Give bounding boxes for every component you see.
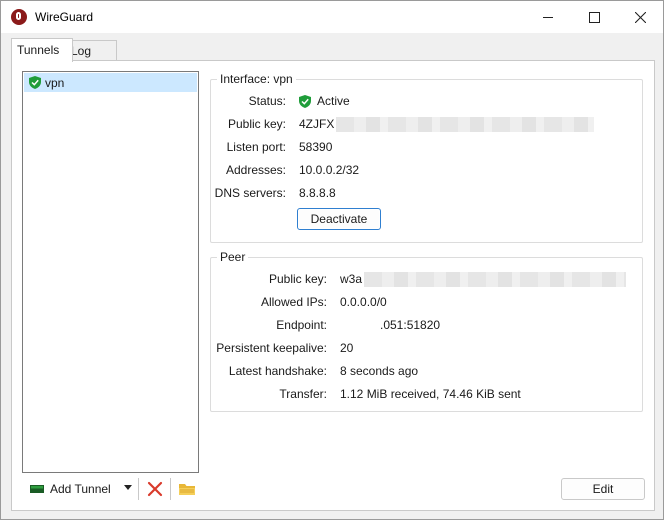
keepalive-row: Persistent keepalive: 20 xyxy=(211,339,642,357)
maximize-button[interactable] xyxy=(571,1,617,33)
peer-public-key-text: w3a xyxy=(340,272,363,286)
shield-check-icon xyxy=(29,76,41,89)
minimize-button[interactable] xyxy=(525,1,571,33)
tunnels-panel: vpn Add Tunnel Interface: vpn Status: Ac… xyxy=(11,60,655,511)
close-button[interactable] xyxy=(617,1,663,33)
peer-public-key-value: w3a xyxy=(340,270,627,288)
add-tunnel-label: Add Tunnel xyxy=(50,482,111,496)
transfer-row: Transfer: 1.12 MiB received, 74.46 KiB s… xyxy=(211,385,642,403)
minimize-icon xyxy=(543,16,553,18)
toolbar-divider xyxy=(138,478,139,500)
toolbar-divider xyxy=(170,478,171,500)
delete-x-icon[interactable] xyxy=(146,480,164,498)
folder-icon[interactable] xyxy=(178,480,196,498)
peer-group: Peer Public key: w3a Allowed IPs: 0.0.0.… xyxy=(210,250,643,412)
deactivate-button[interactable]: Deactivate xyxy=(297,208,381,230)
interface-title: Interface: vpn xyxy=(217,72,296,86)
keepalive-label: Persistent keepalive: xyxy=(216,341,327,355)
redacted-region xyxy=(342,318,380,334)
chevron-down-icon[interactable] xyxy=(124,485,132,490)
addresses-row: Addresses: 10.0.0.2/32 xyxy=(211,161,642,179)
shield-check-icon xyxy=(299,94,311,108)
endpoint-value: .051:51820 xyxy=(340,316,440,334)
add-tunnel-icon xyxy=(30,485,44,493)
peer-public-key-label: Public key: xyxy=(268,272,327,286)
tab-tunnels[interactable]: Tunnels xyxy=(11,38,73,62)
wireguard-window: WireGuard Tunnels Log vpn Add Tunnel Int… xyxy=(0,0,664,520)
maximize-icon xyxy=(588,11,600,23)
allowed-ips-label: Allowed IPs: xyxy=(260,295,327,309)
addresses-value: 10.0.0.2/32 xyxy=(299,163,360,177)
dns-value: 8.8.8.8 xyxy=(299,186,336,200)
status-text: Active xyxy=(317,94,350,108)
public-key-row: Public key: 4ZJFX xyxy=(211,115,642,133)
public-key-label: Public key: xyxy=(227,117,286,131)
status-value: Active xyxy=(299,92,350,110)
window-title: WireGuard xyxy=(35,10,94,24)
add-tunnel-button[interactable]: Add Tunnel xyxy=(28,478,136,500)
endpoint-text: .051:51820 xyxy=(380,318,441,332)
redacted-region xyxy=(364,272,627,288)
transfer-value: 1.12 MiB received, 74.46 KiB sent xyxy=(340,387,521,401)
status-row: Status: Active xyxy=(211,92,642,110)
dns-label: DNS servers: xyxy=(214,186,286,200)
handshake-label: Latest handshake: xyxy=(228,364,327,378)
listen-port-label: Listen port: xyxy=(226,140,286,154)
peer-public-key-row: Public key: w3a xyxy=(211,270,642,288)
interface-group: Interface: vpn Status: Active Public key… xyxy=(210,72,643,243)
endpoint-row: Endpoint: .051:51820 xyxy=(211,316,642,334)
close-icon xyxy=(634,11,646,23)
tunnel-list[interactable]: vpn xyxy=(22,71,199,473)
allowed-ips-row: Allowed IPs: 0.0.0.0/0 xyxy=(211,293,642,311)
tunnel-name: vpn xyxy=(45,75,65,90)
keepalive-value: 20 xyxy=(340,341,354,355)
transfer-label: Transfer: xyxy=(279,387,327,401)
handshake-row: Latest handshake: 8 seconds ago xyxy=(211,362,642,380)
allowed-ips-value: 0.0.0.0/0 xyxy=(340,295,387,309)
addresses-label: Addresses: xyxy=(225,163,286,177)
public-key-value: 4ZJFX xyxy=(299,115,595,133)
public-key-text: 4ZJFX xyxy=(299,117,335,131)
title-bar[interactable]: WireGuard xyxy=(1,1,663,33)
peer-title: Peer xyxy=(217,250,249,264)
listen-port-row: Listen port: 58390 xyxy=(211,138,642,156)
endpoint-label: Endpoint: xyxy=(276,318,327,332)
tunnel-item-vpn[interactable]: vpn xyxy=(24,73,197,92)
status-label: Status: xyxy=(248,94,286,108)
edit-button[interactable]: Edit xyxy=(561,478,645,500)
dns-row: DNS servers: 8.8.8.8 xyxy=(211,184,642,202)
handshake-value: 8 seconds ago xyxy=(340,364,419,378)
wireguard-logo-icon xyxy=(11,9,27,25)
redacted-region xyxy=(336,117,595,133)
listen-port-value: 58390 xyxy=(299,140,333,154)
